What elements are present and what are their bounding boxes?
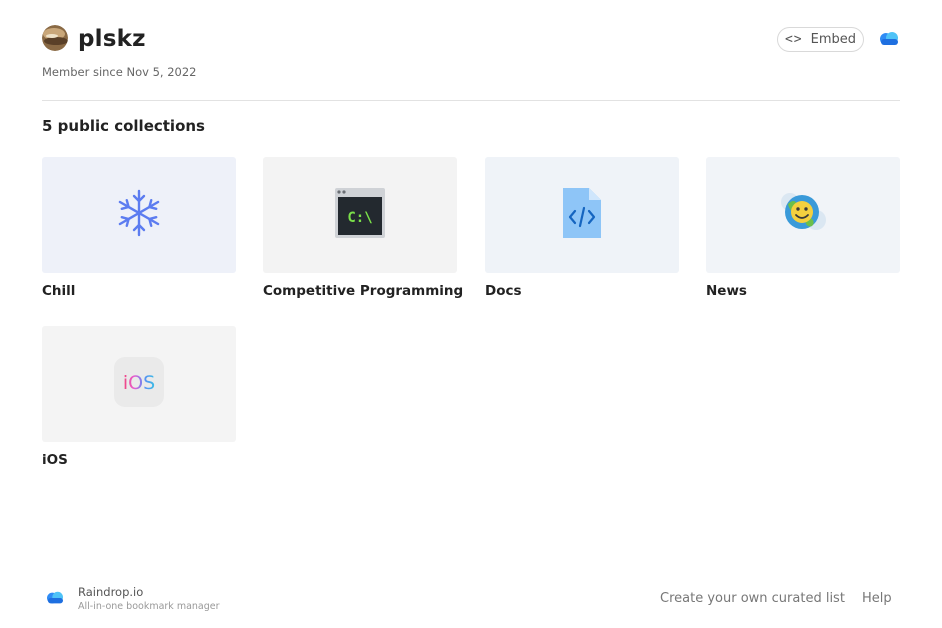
collection-title: Competitive Programming bbox=[263, 283, 464, 299]
collection-title: News bbox=[706, 283, 747, 299]
collection-thumbnail bbox=[42, 157, 236, 273]
ios-icon: iOS bbox=[113, 356, 165, 412]
member-since: Member since Nov 5, 2022 bbox=[42, 65, 197, 79]
help-link[interactable]: Help bbox=[862, 590, 892, 608]
raindrop-logo-icon[interactable] bbox=[45, 590, 65, 606]
collection-title: Docs bbox=[485, 283, 522, 299]
collection-thumbnail bbox=[485, 157, 679, 273]
collection-thumbnail: C:\ bbox=[263, 157, 457, 273]
collection-card-chill[interactable]: Chill bbox=[42, 157, 236, 300]
brand-name[interactable]: Raindrop.io bbox=[78, 585, 143, 599]
raindrop-logo-icon[interactable] bbox=[878, 30, 900, 48]
collection-title: Chill bbox=[42, 283, 76, 299]
embed-button[interactable]: <> Embed bbox=[777, 27, 864, 52]
footer: Raindrop.io All-in-one bookmark manager … bbox=[0, 580, 942, 620]
snowflake-icon bbox=[114, 188, 164, 242]
collection-card-competitive-programming[interactable]: C:\ Competitive Programming bbox=[263, 157, 464, 300]
ios-icon-text: iOS bbox=[123, 372, 155, 394]
code-document-icon bbox=[561, 187, 603, 243]
profile-header: plskz Member since Nov 5, 2022 <> Embed bbox=[42, 24, 900, 80]
collection-thumbnail bbox=[706, 157, 900, 273]
brand-tagline: All-in-one bookmark manager bbox=[78, 601, 220, 612]
divider bbox=[42, 100, 900, 101]
collection-card-docs[interactable]: Docs bbox=[485, 157, 679, 300]
collection-card-news[interactable]: News bbox=[706, 157, 900, 300]
collection-title: iOS bbox=[42, 452, 68, 468]
collection-thumbnail: iOS bbox=[42, 326, 236, 442]
collection-card-ios[interactable]: iOS iOS bbox=[42, 326, 236, 469]
avatar[interactable] bbox=[42, 25, 68, 51]
code-icon: <> bbox=[784, 32, 803, 47]
globe-emoji-icon bbox=[776, 188, 830, 242]
svg-text:C:\: C:\ bbox=[347, 210, 372, 226]
embed-label: Embed bbox=[810, 32, 857, 47]
collections-heading: 5 public collections bbox=[42, 117, 205, 135]
terminal-icon: C:\ bbox=[334, 187, 386, 243]
username: plskz bbox=[78, 26, 146, 52]
create-curated-list-link[interactable]: Create your own curated list bbox=[660, 590, 845, 608]
